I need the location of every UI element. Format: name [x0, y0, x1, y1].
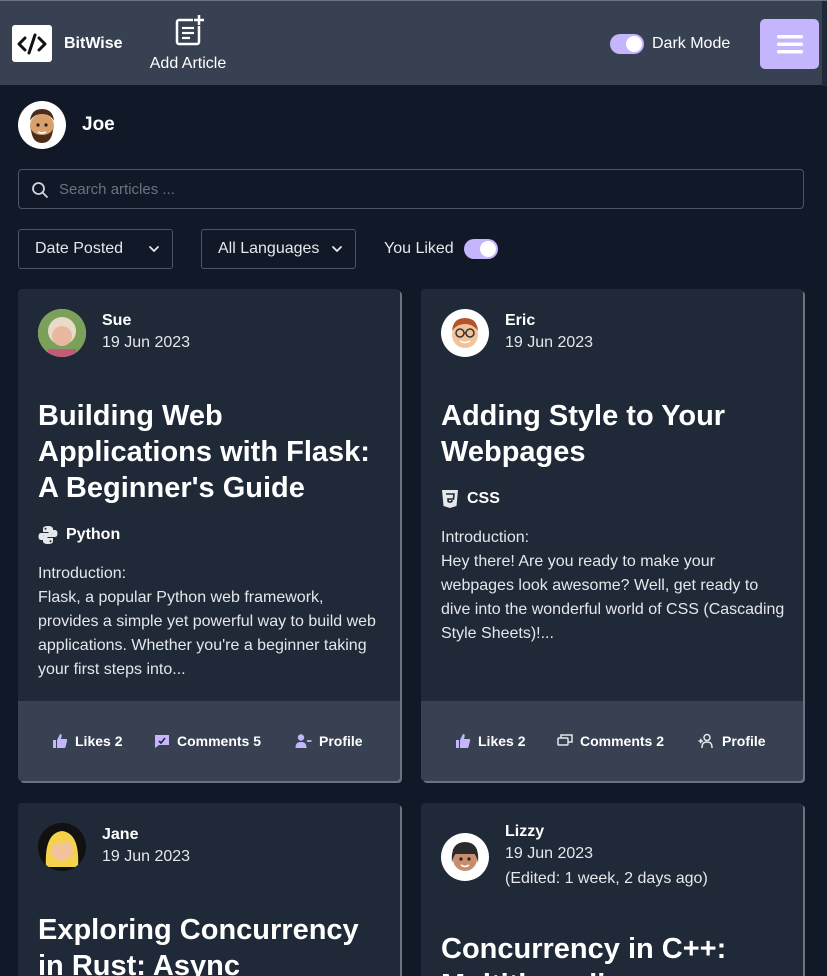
like-button[interactable]: Likes 2 [455, 733, 525, 749]
comments-button[interactable]: Comments 5 [154, 733, 261, 749]
post-date: 19 Jun 2023 [102, 848, 191, 865]
author-name[interactable]: Jane [102, 826, 138, 844]
search-input[interactable] [59, 170, 789, 208]
scrollbar[interactable] [822, 1, 827, 86]
you-liked-toggle[interactable] [464, 239, 498, 259]
sort-select[interactable]: Date Posted [18, 229, 173, 269]
language-select[interactable]: All Languages [201, 229, 356, 269]
post-date: 19 Jun 2023 [505, 334, 594, 351]
comments-button[interactable]: Comments 2 [557, 733, 664, 749]
profile-button[interactable]: Profile [698, 733, 766, 749]
author-avatar[interactable] [441, 309, 489, 357]
you-liked-label: You Liked [384, 240, 454, 257]
author-avatar[interactable] [38, 309, 86, 357]
like-button[interactable]: Likes 2 [52, 733, 122, 749]
article-excerpt: Introduction: Hey there! Are you ready t… [441, 526, 786, 646]
add-document-icon [175, 14, 205, 46]
search-icon [32, 182, 48, 198]
sort-select-value: Date Posted [35, 240, 124, 257]
search-bar[interactable] [18, 169, 804, 209]
author-name[interactable]: Eric [505, 312, 535, 330]
article-card[interactable]: Sue 19 Jun 2023 Building Web Application… [18, 289, 400, 781]
author-avatar[interactable] [38, 823, 86, 871]
comments-count: Comments 5 [177, 733, 262, 749]
author-name[interactable]: Lizzy [505, 823, 544, 841]
comments-outline-icon [557, 734, 573, 746]
author-name[interactable]: Sue [102, 312, 131, 330]
article-excerpt: Introduction: Flask, a popular Python we… [38, 562, 383, 682]
card-footer: Likes 2 Comments 2 Profile [421, 701, 803, 781]
brand-name[interactable]: BitWise [64, 35, 123, 53]
user-plus-icon [698, 733, 713, 749]
language-select-value: All Languages [218, 240, 320, 257]
add-article-label: Add Article [149, 55, 227, 72]
user-minus-icon [295, 734, 312, 748]
excerpt-intro: Introduction: [441, 529, 530, 546]
comments-count: Comments 2 [580, 733, 665, 749]
profile-label: Profile [722, 733, 766, 749]
chevron-down-icon [149, 246, 159, 252]
dark-mode-toggle[interactable] [610, 34, 644, 54]
article-title[interactable]: Adding Style to Your Webpages [441, 398, 786, 470]
post-date: 19 Jun 2023 [102, 334, 191, 351]
logo-icon[interactable] [12, 25, 52, 62]
profile-button[interactable]: Profile [295, 733, 363, 749]
hamburger-icon [776, 35, 803, 54]
chevron-down-icon [332, 246, 342, 252]
user-name[interactable]: Joe [82, 114, 115, 136]
top-navbar: BitWise Add Article Dark Mode [0, 0, 827, 86]
likes-count: Likes 2 [478, 733, 526, 749]
author-avatar[interactable] [441, 833, 489, 881]
comment-icon [155, 735, 169, 748]
article-title[interactable]: Concurrency in C++: Multithreading [441, 931, 786, 976]
article-title[interactable]: Building Web Applications with Flask: A … [38, 398, 383, 506]
user-avatar[interactable] [18, 101, 66, 149]
article-card[interactable]: Lizzy 19 Jun 2023 (Edited: 1 week, 2 day… [421, 803, 803, 976]
article-card[interactable]: Jane 19 Jun 2023 Exploring Concurrency i… [18, 803, 400, 976]
card-footer: Likes 2 Comments 5 Profile [18, 701, 400, 781]
menu-button[interactable] [760, 19, 819, 69]
excerpt-text: Flask, a popular Python web framework, p… [38, 589, 376, 678]
article-title[interactable]: Exploring Concurrency in Rust: Async [38, 912, 383, 976]
language-tag[interactable]: CSS [441, 489, 500, 509]
add-article-button[interactable]: Add Article [146, 14, 230, 73]
profile-label: Profile [319, 733, 363, 749]
edited-note: (Edited: 1 week, 2 days ago) [505, 870, 708, 887]
python-icon [38, 526, 58, 544]
language-name: CSS [467, 490, 500, 507]
css3-icon [442, 490, 458, 508]
thumbs-up-icon [53, 734, 68, 748]
post-date: 19 Jun 2023 [505, 845, 594, 862]
language-tag[interactable]: Python [38, 525, 120, 545]
article-card[interactable]: Eric 19 Jun 2023 Adding Style to Your We… [421, 289, 803, 781]
excerpt-intro: Introduction: [38, 565, 127, 582]
dark-mode-label: Dark Mode [652, 35, 731, 52]
language-name: Python [66, 526, 121, 543]
thumbs-up-icon [456, 734, 471, 748]
likes-count: Likes 2 [75, 733, 123, 749]
excerpt-text: Hey there! Are you ready to make your we… [441, 553, 785, 642]
